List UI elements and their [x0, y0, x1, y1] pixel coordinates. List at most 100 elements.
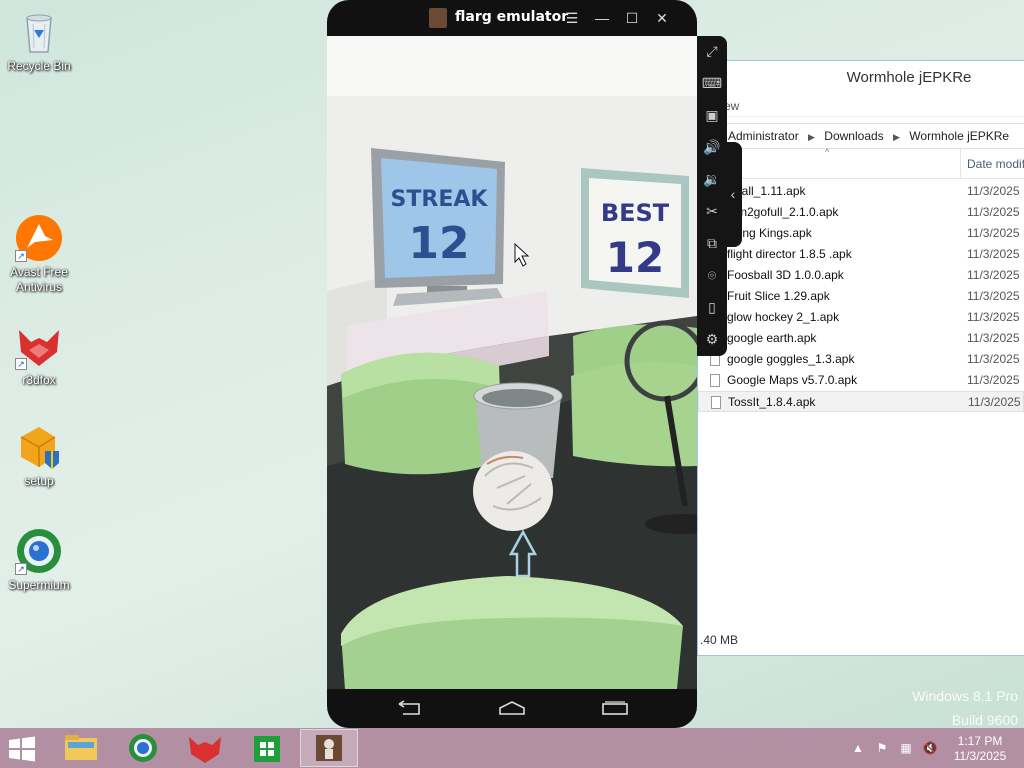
fullscreen-icon[interactable]: ⤢ [701, 40, 723, 62]
file-name: google earth.apk [727, 331, 817, 345]
file-name: flight director 1.8.5 .apk [727, 247, 852, 261]
back-icon[interactable] [395, 700, 423, 716]
file-row[interactable]: shing Kings.apk 11/3/2025 [698, 223, 1024, 244]
file-row[interactable]: Google Maps v5.7.0.apk 11/3/2025 [698, 370, 1024, 391]
file-date: 11/3/2025 [967, 289, 1020, 303]
breadcrumb-item-administrator[interactable]: Administrator [728, 129, 799, 143]
maximize-icon[interactable]: ☐ [621, 7, 643, 29]
file-row[interactable]: glow hockey 2_1.apk 11/3/2025 [698, 307, 1024, 328]
paper-ball[interactable] [473, 451, 553, 531]
taskbar-store[interactable] [238, 729, 296, 767]
shortcut-arrow-icon: ↗ [15, 358, 27, 370]
file-list: eBall_1.11.apk 11/3/2025 rain2gofull_2.1.… [698, 181, 1024, 412]
explorer-window: Wormhole jEPKRe ew Administrator ▶ Downl… [697, 60, 1024, 656]
windows-logo-icon [9, 736, 35, 762]
desktop-icon-r3dfox[interactable]: ↗ r3dfox [1, 322, 77, 388]
streak-label: STREAK [391, 187, 489, 212]
location-icon[interactable]: ⌾ [701, 264, 723, 286]
paper-toss-scene[interactable]: STREAK 12 BEST 12 [327, 36, 697, 689]
setup-icon [15, 423, 63, 471]
file-date: 11/3/2025 [967, 331, 1020, 345]
flarg-emulator-icon [316, 735, 342, 761]
desktop-icon-label: Recycle Bin [7, 59, 71, 73]
volume-up-icon[interactable]: 🔊 [701, 136, 723, 158]
recycle-bin-icon [15, 8, 63, 56]
file-date: 11/3/2025 [967, 352, 1020, 366]
taskbar-file-explorer[interactable] [52, 729, 110, 767]
volume-muted-icon[interactable]: 🔇 [922, 740, 938, 756]
file-row[interactable]: eBall_1.11.apk 11/3/2025 [698, 181, 1024, 202]
file-date: 11/3/2025 [967, 310, 1020, 324]
start-button[interactable] [8, 736, 38, 762]
breadcrumb-item-current-folder[interactable]: Wormhole jEPKRe [909, 129, 1009, 143]
desktop-icon-label: Supermium [8, 578, 70, 592]
emulator-titlebar[interactable]: flarg emulator ☰ — ☐ ✕ [327, 0, 697, 36]
home-icon[interactable] [498, 700, 526, 716]
show-hidden-icons-chevron-icon[interactable]: ▲ [850, 740, 866, 756]
file-row[interactable]: google earth.apk 11/3/2025 [698, 328, 1024, 349]
store-icon [254, 736, 280, 762]
file-row[interactable]: Foosball 3D 1.0.0.apk 11/3/2025 [698, 265, 1024, 286]
chevron-right-icon[interactable]: ▶ [893, 132, 900, 142]
apk-install-icon[interactable]: ▣ [701, 104, 723, 126]
explorer-title: Wormhole jEPKRe [698, 61, 1024, 95]
breadcrumb-item-downloads[interactable]: Downloads [824, 129, 883, 143]
network-icon[interactable]: ▦ [898, 740, 914, 756]
scissors-icon[interactable]: ✂ [701, 200, 723, 222]
best-value: 12 [606, 233, 664, 282]
taskbar-r3dfox[interactable] [176, 729, 234, 767]
shortcut-arrow-icon: ↗ [15, 250, 27, 262]
clock-time: 1:17 PM [957, 734, 1003, 748]
avast-icon: ↗ [15, 214, 63, 262]
streak-value: 12 [408, 218, 469, 269]
settings-gear-icon[interactable]: ⚙ [701, 328, 723, 350]
file-date: 11/3/2025 [967, 268, 1020, 282]
collapse-toolbar-chevron-icon[interactable]: ‹ [724, 142, 742, 247]
recent-apps-icon[interactable] [601, 700, 629, 716]
file-row-selected[interactable]: TossIt_1.8.4.apk 11/3/2025 [698, 391, 1024, 412]
game-screen[interactable]: STREAK 12 BEST 12 [327, 36, 697, 689]
volume-down-icon[interactable]: 🔉 [701, 168, 723, 190]
file-row[interactable]: google goggles_1.3.apk 11/3/2025 [698, 349, 1024, 370]
file-date: 11/3/2025 [967, 205, 1020, 219]
breadcrumb[interactable]: Administrator ▶ Downloads ▶ Wormhole jEP… [698, 123, 1024, 149]
taskbar-supermium[interactable] [114, 729, 172, 767]
desktop-icon-label: r3dfox [22, 373, 56, 387]
emulator-logo-icon [429, 8, 447, 28]
file-row[interactable]: rain2gofull_2.1.0.apk 11/3/2025 [698, 202, 1024, 223]
action-center-flag-icon[interactable]: ⚑ [874, 740, 890, 756]
desktop-icon-label: setup [24, 474, 54, 488]
file-date: 11/3/2025 [968, 395, 1021, 409]
taskbar-flarg-emulator[interactable] [300, 729, 358, 767]
desktop-icon-setup[interactable]: setup [1, 423, 77, 489]
column-header-date-modified[interactable]: Date modif [960, 149, 1024, 179]
android-nav-bar [327, 689, 697, 728]
file-date: 11/3/2025 [967, 226, 1020, 240]
close-icon[interactable]: ✕ [651, 7, 673, 29]
menu-icon[interactable]: ☰ [561, 7, 583, 29]
file-name: rain2gofull_2.1.0.apk [727, 205, 839, 219]
file-row[interactable]: Fruit Slice 1.29.apk 11/3/2025 [698, 286, 1024, 307]
taskbar-clock[interactable]: 1:17 PM 11/3/2025 [940, 734, 1020, 764]
file-row[interactable]: flight director 1.8.5 .apk 11/3/2025 [698, 244, 1024, 265]
best-board: BEST 12 [581, 168, 689, 298]
desktop-icon-avast[interactable]: ↗ Avast Free Antivirus [1, 214, 77, 295]
file-date: 11/3/2025 [967, 373, 1020, 387]
r3dfox-icon: ↗ [15, 322, 63, 370]
file-name: Fruit Slice 1.29.apk [727, 289, 830, 303]
desktop-icon-recycle-bin[interactable]: Recycle Bin [1, 8, 77, 74]
minimize-icon[interactable]: — [591, 7, 613, 29]
sort-caret-icon: ^ [825, 147, 830, 157]
supermium-icon: ↗ [15, 527, 63, 575]
best-label: BEST [601, 199, 670, 227]
multi-window-icon[interactable]: ⧉ [701, 232, 723, 254]
file-icon [710, 374, 720, 387]
ribbon-view-tab[interactable]: ew [698, 95, 1024, 117]
emulator-toolbar: ⤢ ⌨ ▣ 🔊 🔉 ✂ ⧉ ⌾ ▯ ⚙ [697, 36, 727, 356]
file-name: glow hockey 2_1.apk [727, 310, 840, 324]
folder-icon [65, 735, 97, 760]
desktop-icon-supermium[interactable]: ↗ Supermium [1, 527, 77, 593]
chevron-right-icon[interactable]: ▶ [808, 132, 815, 142]
shake-icon[interactable]: ▯ [701, 296, 723, 318]
keyboard-icon[interactable]: ⌨ [701, 72, 723, 94]
